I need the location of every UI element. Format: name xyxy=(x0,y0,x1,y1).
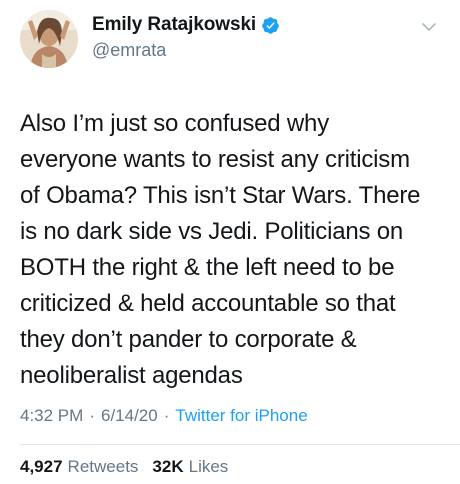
avatar[interactable] xyxy=(20,10,78,68)
tweet-meta: 4:32 PM · 6/14/20 · Twitter for iPhone xyxy=(20,406,308,426)
tweet-text: Also I’m just so confused why everyone w… xyxy=(20,110,421,389)
verified-badge-icon xyxy=(261,16,280,35)
tweet-source-link[interactable]: Twitter for iPhone xyxy=(175,406,307,426)
chevron-down-icon[interactable] xyxy=(420,18,438,36)
handle[interactable]: @emrata xyxy=(92,40,166,61)
likes-link[interactable]: 32K Likes xyxy=(152,457,228,477)
divider xyxy=(20,444,460,445)
retweets-label: Retweets xyxy=(67,457,139,476)
tweet-time[interactable]: 4:32 PM xyxy=(20,406,83,426)
retweets-link[interactable]: 4,927 Retweets xyxy=(20,457,138,477)
likes-count: 32K xyxy=(152,457,184,476)
tweet-stats: 4,927 Retweets 32K Likes xyxy=(20,457,228,477)
retweets-count: 4,927 xyxy=(20,457,63,476)
display-name[interactable]: Emily Ratajkowski xyxy=(92,14,256,36)
separator-dot: · xyxy=(163,406,170,425)
separator-dot: · xyxy=(89,406,95,425)
tweet-date[interactable]: 6/14/20 xyxy=(101,406,158,426)
likes-label: Likes xyxy=(188,457,229,476)
author-name-row: Emily Ratajkowski xyxy=(92,14,280,36)
tweet-card: Emily Ratajkowski @emrata Also I’m just … xyxy=(0,0,460,484)
